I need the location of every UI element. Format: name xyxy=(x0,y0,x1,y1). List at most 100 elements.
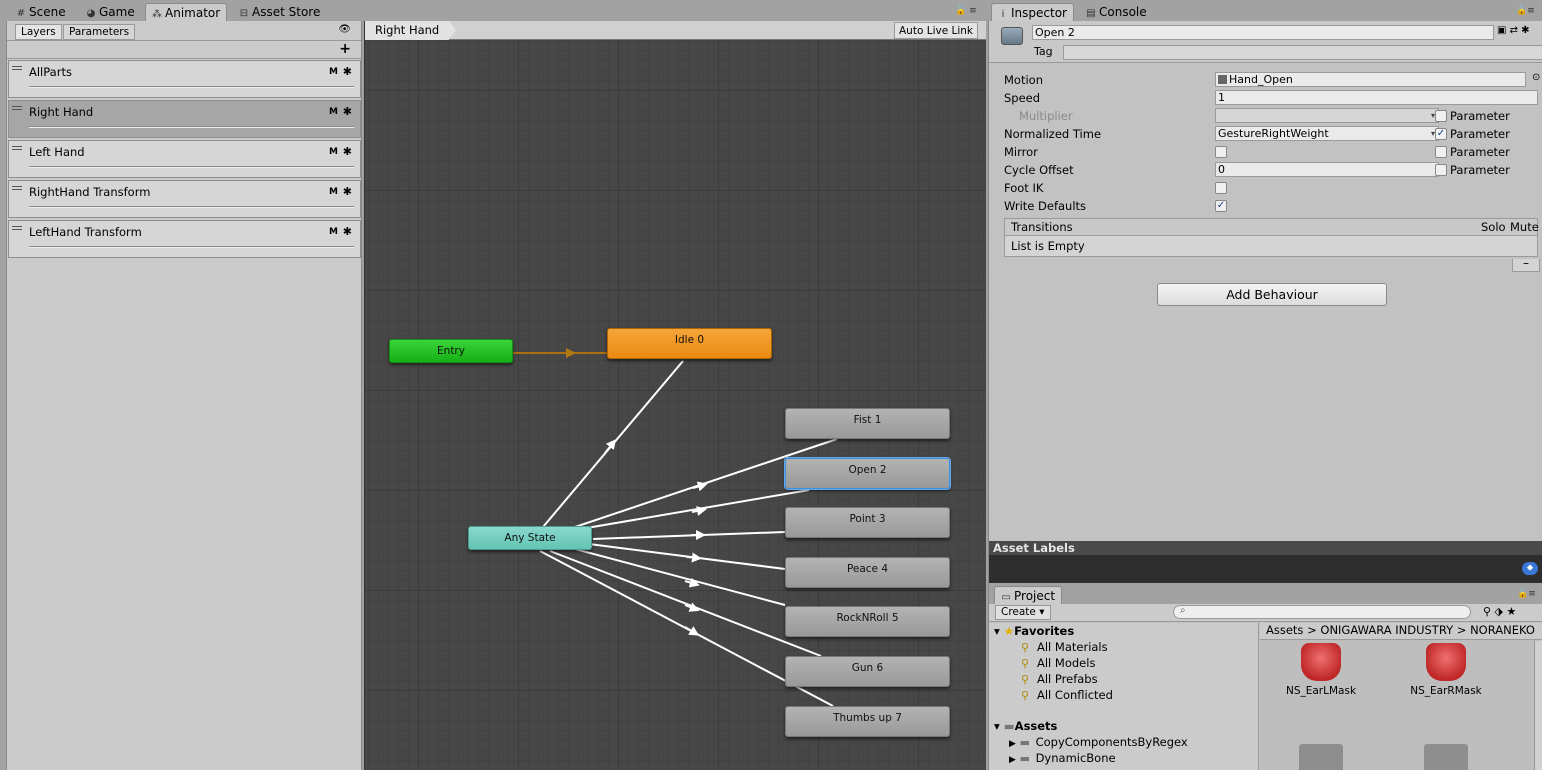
layer-item[interactable]: RightHand Transform M ✱ xyxy=(8,180,361,218)
entry-node[interactable]: Entry xyxy=(389,339,513,363)
mirror-row: Mirror Parameter xyxy=(1004,144,1534,160)
create-dropdown[interactable]: Create ▾ xyxy=(995,605,1051,620)
any-state-node[interactable]: Any State xyxy=(468,526,592,550)
assets-label: Assets xyxy=(1014,719,1058,733)
mirror-parameter-checkbox[interactable] xyxy=(1435,146,1447,158)
tab-parameters[interactable]: Parameters xyxy=(63,24,136,40)
search-input[interactable]: ⌕ xyxy=(1173,605,1471,619)
add-behaviour-button[interactable]: Add Behaviour xyxy=(1157,283,1387,306)
mirror-checkbox[interactable] xyxy=(1215,146,1227,158)
breadcrumb[interactable]: Right Hand xyxy=(365,21,457,40)
motion-row: Motion Hand_Open ⊙ xyxy=(1004,72,1540,88)
layer-item[interactable]: LeftHand Transform M ✱ xyxy=(8,220,361,258)
normalized-time-parameter-checkbox[interactable]: ✓ xyxy=(1435,128,1447,140)
state-node[interactable]: Fist 1 xyxy=(785,408,950,439)
drag-handle-icon[interactable] xyxy=(12,66,22,70)
favorite-item[interactable]: ⚲ All Materials xyxy=(1021,640,1108,654)
tab-asset-store[interactable]: ⊟ Asset Store xyxy=(233,3,326,21)
crumb-item[interactable]: ONIGAWARA INDUSTRY xyxy=(1320,623,1453,637)
tab-inspector[interactable]: i Inspector xyxy=(991,3,1074,21)
idle-state-node[interactable]: Idle 0 xyxy=(607,328,772,359)
prefab-thumbnail-icon[interactable] xyxy=(1424,744,1468,770)
motion-field[interactable]: Hand_Open xyxy=(1215,72,1526,87)
tag-icon[interactable]: ⬥ xyxy=(1522,562,1538,575)
mirror-label: Mirror xyxy=(1004,145,1038,159)
state-node[interactable]: Gun 6 xyxy=(785,656,950,687)
layer-weight-bar xyxy=(29,86,354,88)
speed-field[interactable]: 1 xyxy=(1215,90,1538,105)
tab-label: Inspector xyxy=(1011,6,1067,20)
remove-transition-button[interactable]: – xyxy=(1512,257,1540,272)
tab-project[interactable]: ▭ Project xyxy=(994,586,1063,604)
crumb-item[interactable]: Assets xyxy=(1266,623,1303,637)
state-node[interactable]: Peace 4 xyxy=(785,557,950,588)
asset-item[interactable]: NS_EarRMask xyxy=(1391,643,1501,697)
drag-handle-icon[interactable] xyxy=(12,186,22,190)
normalized-time-dropdown[interactable]: GestureRightWeight ▾ xyxy=(1215,126,1439,141)
state-node-selected[interactable]: Open 2 xyxy=(785,458,950,489)
auto-live-link-button[interactable]: Auto Live Link xyxy=(894,22,978,39)
object-picker-icon[interactable]: ⊙ xyxy=(1532,72,1540,83)
asset-labels-panel: Asset Labels ⬥ xyxy=(988,541,1542,583)
state-node[interactable]: Point 3 xyxy=(785,507,950,538)
tab-console[interactable]: ▤ Console xyxy=(1080,3,1153,21)
prefab-thumbnail-icon xyxy=(1301,643,1341,681)
drag-handle-icon[interactable] xyxy=(12,106,22,110)
window-menu-icon[interactable]: 🔒 ≡ xyxy=(955,6,977,16)
window-menu-icon[interactable]: 🔒≡ xyxy=(1517,589,1536,599)
asset-label: NS_EarLMask xyxy=(1285,685,1357,697)
state-name-field[interactable]: Open 2 xyxy=(1032,25,1494,40)
favorites-node[interactable]: ▾ ★Favorites xyxy=(994,624,1074,638)
layer-item[interactable]: Right Hand M ✱ xyxy=(8,100,361,138)
write-defaults-checkbox[interactable]: ✓ xyxy=(1215,200,1227,212)
gear-icon[interactable]: ✱ xyxy=(343,145,352,158)
favorite-item[interactable]: ⚲ All Prefabs xyxy=(1021,672,1098,686)
tab-label: Console xyxy=(1099,5,1147,19)
crumb-item[interactable]: NORANEKO xyxy=(1470,623,1535,637)
scrollbar[interactable] xyxy=(1534,641,1542,770)
search-icon: ⚲ xyxy=(1021,689,1030,702)
tab-scene[interactable]: # Scene xyxy=(10,3,72,21)
foot-ik-checkbox[interactable] xyxy=(1215,182,1227,194)
eye-icon[interactable]: 👁 xyxy=(338,24,351,35)
cycle-offset-field[interactable]: 0 xyxy=(1215,162,1439,177)
expand-icon[interactable]: ▶ xyxy=(1009,755,1016,765)
window-menu-icon[interactable]: 🔒≡ xyxy=(1516,6,1535,16)
header-icons[interactable]: ▣ ⇄ ✱ xyxy=(1497,25,1530,36)
multiplier-parameter-checkbox[interactable] xyxy=(1435,110,1447,122)
expand-icon[interactable]: ▾ xyxy=(994,719,1000,733)
gear-icon[interactable]: ✱ xyxy=(343,105,352,118)
cycle-offset-parameter-checkbox[interactable] xyxy=(1435,164,1447,176)
tab-layers[interactable]: Layers xyxy=(15,24,62,40)
add-layer-button[interactable]: + xyxy=(339,41,351,57)
prefab-thumbnail-icon[interactable] xyxy=(1299,744,1343,770)
transitions-title: Transitions xyxy=(1011,220,1073,234)
animator-graph[interactable]: Right Hand Auto Live Link Entry Idle 0 A… xyxy=(364,21,986,770)
tab-label: Scene xyxy=(29,5,66,19)
favorite-item[interactable]: ⚲ All Models xyxy=(1021,656,1095,670)
gear-icon[interactable]: ✱ xyxy=(343,225,352,238)
drag-handle-icon[interactable] xyxy=(12,146,22,150)
expand-icon[interactable]: ▶ xyxy=(1009,739,1016,749)
folder-item[interactable]: ▶ ▬ CopyComponentsByRegex xyxy=(1009,735,1188,749)
assets-node[interactable]: ▾ ▬Assets xyxy=(994,719,1057,733)
tab-animator[interactable]: ⁂ Animator xyxy=(145,3,228,21)
favorite-item[interactable]: ⚲ All Conflicted xyxy=(1021,688,1113,702)
asset-item[interactable]: NS_EarLMask xyxy=(1266,643,1376,697)
gear-icon[interactable]: ✱ xyxy=(343,65,352,78)
layer-item[interactable]: Left Hand M ✱ xyxy=(8,140,361,178)
prefab-thumbnail-icon xyxy=(1426,643,1466,681)
tab-game[interactable]: ◕ Game xyxy=(80,3,141,21)
folder-label: DynamicBone xyxy=(1035,751,1116,765)
state-node[interactable]: Thumbs up 7 xyxy=(785,706,950,737)
drag-handle-icon[interactable] xyxy=(12,226,22,230)
filter-icons[interactable]: ⚲ ⬗ ★ xyxy=(1483,605,1516,618)
layer-item[interactable]: AllParts M ✱ xyxy=(8,60,361,98)
expand-icon[interactable]: ▾ xyxy=(994,624,1000,638)
normalized-time-label: Normalized Time xyxy=(1004,127,1102,141)
tag-field[interactable] xyxy=(1063,45,1542,60)
folder-item[interactable]: ▶ ▬ DynamicBone xyxy=(1009,751,1116,765)
gear-icon[interactable]: ✱ xyxy=(343,185,352,198)
state-node[interactable]: RockNRoll 5 xyxy=(785,606,950,637)
multiplier-dropdown[interactable]: ▾ xyxy=(1215,108,1439,123)
